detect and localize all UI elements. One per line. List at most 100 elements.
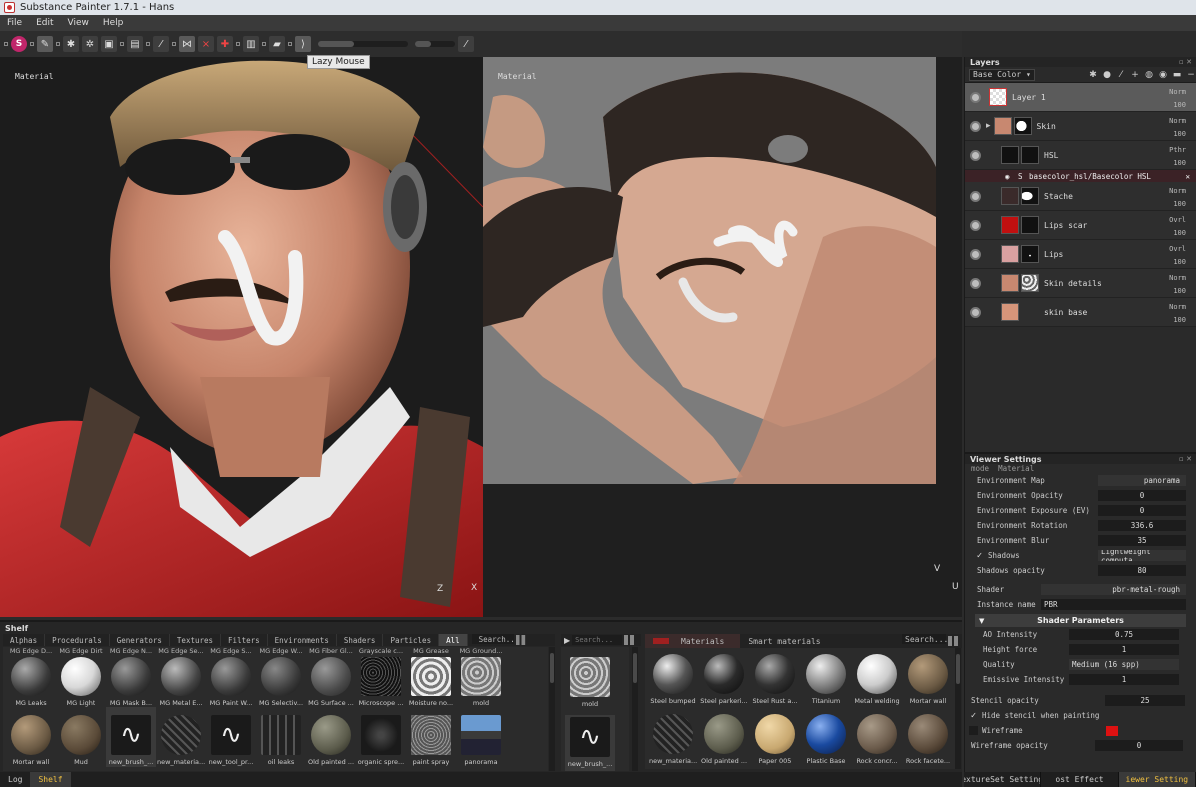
- layer-blend[interactable]: Ovrl 100: [1169, 214, 1186, 240]
- shelf-item[interactable]: oil leaks: [256, 707, 306, 767]
- brush-pane-scrollbar[interactable]: [632, 647, 638, 771]
- layer-blend[interactable]: Norm 100: [1169, 185, 1186, 211]
- paint-layer-icon[interactable]: ⁄: [1116, 70, 1126, 80]
- grid-view-icon[interactable]: [624, 635, 635, 645]
- menu-help[interactable]: Help: [96, 18, 131, 28]
- material-item[interactable]: Steel bumped: [648, 652, 698, 712]
- height-force-field[interactable]: 1: [1069, 644, 1179, 655]
- shelf-item[interactable]: ∿ new_brush_...: [565, 715, 615, 771]
- tab-viewer-settings[interactable]: iewer Setting: [1118, 772, 1196, 787]
- tab-all[interactable]: All: [439, 634, 468, 646]
- grid-view-icon[interactable]: ▥: [243, 36, 259, 52]
- color-picker-icon[interactable]: ⁄: [153, 36, 169, 52]
- visibility-eye-icon[interactable]: [970, 248, 981, 260]
- wireframe-color-swatch[interactable]: [1106, 725, 1118, 736]
- effect-eye-icon[interactable]: ◉: [1005, 172, 1010, 181]
- shelf-item[interactable]: Old painted ...: [306, 707, 356, 767]
- material-item[interactable]: Titanium: [801, 652, 851, 712]
- toolbar-detach-icon[interactable]: [4, 42, 8, 46]
- layer-blend[interactable]: Norm 100: [1169, 115, 1186, 141]
- lazy-mouse-icon[interactable]: ⟩: [295, 36, 311, 52]
- visibility-eye-icon[interactable]: [970, 277, 981, 289]
- lazy-mouse-slider[interactable]: [318, 41, 408, 47]
- shelf-item[interactable]: ∿ new_tool_pr...: [206, 707, 256, 767]
- smart-material-icon[interactable]: ◉: [1158, 70, 1168, 80]
- environment-blur-field[interactable]: 35: [1098, 535, 1186, 546]
- toolbar-slider[interactable]: [415, 41, 455, 47]
- toolbar-detach-icon[interactable]: [146, 42, 150, 46]
- material-item[interactable]: Steel parkeri...: [699, 652, 749, 712]
- tab-materials[interactable]: Materials: [645, 634, 741, 648]
- mask-icon[interactable]: ✱: [1088, 70, 1098, 80]
- edit-icon[interactable]: ⁄: [458, 36, 474, 52]
- layer-row-lips-scar[interactable]: Lips scar Ovrl 100: [965, 211, 1196, 240]
- visibility-eye-icon[interactable]: [970, 120, 981, 132]
- layer-row-hsl[interactable]: HSL Pthr 100: [965, 141, 1196, 170]
- toolbar-detach-icon[interactable]: [30, 42, 34, 46]
- toolbar-detach-icon[interactable]: [288, 42, 292, 46]
- visibility-eye-icon[interactable]: [970, 149, 981, 161]
- folder-icon[interactable]: ▸: [986, 121, 991, 131]
- symmetry-axis-icon[interactable]: ✚: [217, 36, 233, 52]
- hide-stencil-checkbox[interactable]: ✓: [969, 711, 978, 721]
- panel-window-controls[interactable]: ▫ ✕: [1179, 455, 1196, 463]
- shader-select[interactable]: pbr-metal-rough: [1041, 584, 1186, 595]
- shelf-item[interactable]: mold: [565, 655, 615, 715]
- tab-log[interactable]: Log: [0, 772, 30, 787]
- delete-layer-icon[interactable]: −: [1186, 70, 1196, 80]
- layer-blend[interactable]: Norm 100: [1169, 86, 1186, 112]
- remove-effect-icon[interactable]: ✕: [1185, 172, 1190, 181]
- shelf-item[interactable]: MG Edge W... MG Selectiv...: [256, 647, 306, 707]
- fill-layer-icon[interactable]: ◍: [1144, 70, 1154, 80]
- material-item[interactable]: Steel Rust a...: [750, 652, 800, 712]
- material-item[interactable]: Mortar wall: [903, 652, 953, 712]
- layer-row-stache[interactable]: Stache Norm 100: [965, 182, 1196, 211]
- toolbar-detach-icon[interactable]: [120, 42, 124, 46]
- material-item[interactable]: Rock concr...: [852, 712, 902, 769]
- panel-window-controls[interactable]: ▫ ✕: [1179, 58, 1196, 66]
- layer-blend[interactable]: Ovrl 100: [1169, 243, 1186, 269]
- shelf-item[interactable]: MG Fiber Gl... MG Surface ...: [306, 647, 356, 707]
- shelf-item[interactable]: MG Edge Dirt MG Light: [56, 647, 106, 707]
- layer-blend[interactable]: Pthr 100: [1169, 144, 1186, 170]
- shelf-item[interactable]: Grayscale c... Microscope ...: [356, 647, 406, 707]
- viewport-2d[interactable]: Material V U: [483, 57, 962, 617]
- environment-opacity-field[interactable]: 0: [1098, 490, 1186, 501]
- channel-select[interactable]: Base Color ▾: [969, 68, 1035, 81]
- toolbar-detach-icon[interactable]: [236, 42, 240, 46]
- tab-generators[interactable]: Generators: [110, 634, 170, 646]
- shelf-item[interactable]: MG Edge Se... MG Metal E...: [156, 647, 206, 707]
- camera-icon[interactable]: ▰: [269, 36, 285, 52]
- layer-blend[interactable]: Norm 100: [1169, 272, 1186, 298]
- shelf-item[interactable]: panorama: [456, 707, 506, 767]
- layer-row-skin-base[interactable]: skin base Norm 100: [965, 298, 1196, 327]
- tab-texture-set-settings[interactable]: extureSet Setting: [964, 772, 1042, 787]
- materials-scrollbar[interactable]: [955, 648, 961, 769]
- shadows-opacity-field[interactable]: 80: [1098, 565, 1186, 576]
- shader-parameters-header[interactable]: Shader Parameters: [975, 614, 1186, 627]
- environment-exposure-field[interactable]: 0: [1098, 505, 1186, 516]
- shelf-item[interactable]: new_materia...: [156, 707, 206, 767]
- wireframe-checkbox[interactable]: [969, 726, 978, 735]
- shadows-checkbox[interactable]: ✓: [975, 551, 984, 561]
- paint-brush-icon[interactable]: ✎: [37, 36, 53, 52]
- tab-shelf[interactable]: Shelf: [30, 772, 71, 787]
- shelf-item[interactable]: ∿ new_brush_...: [106, 707, 156, 767]
- play-icon[interactable]: ▶: [564, 636, 570, 645]
- material-item[interactable]: Plastic Base: [801, 712, 851, 769]
- layer-row-skin[interactable]: ▸ Skin Norm 100: [965, 112, 1196, 141]
- shelf-item[interactable]: organic spre...: [356, 707, 406, 767]
- tab-textures[interactable]: Textures: [170, 634, 222, 646]
- layer-row-lips[interactable]: Lips Ovrl 100: [965, 240, 1196, 269]
- shelf-item[interactable]: MG Grease Moisture no...: [406, 647, 456, 707]
- visibility-eye-icon[interactable]: [970, 306, 981, 318]
- material-item[interactable]: Old painted ...: [699, 712, 749, 769]
- material-item[interactable]: Metal welding: [852, 652, 902, 712]
- environment-rotation-field[interactable]: 336.6: [1098, 520, 1186, 531]
- ao-intensity-field[interactable]: 0.75: [1069, 629, 1179, 640]
- visibility-eye-icon[interactable]: [970, 219, 981, 231]
- tab-smart-materials[interactable]: Smart materials: [740, 634, 828, 648]
- tab-particles[interactable]: Particles: [383, 634, 440, 646]
- shelf-search-input[interactable]: Search...: [471, 634, 519, 644]
- tab-environments[interactable]: Environments: [268, 634, 337, 646]
